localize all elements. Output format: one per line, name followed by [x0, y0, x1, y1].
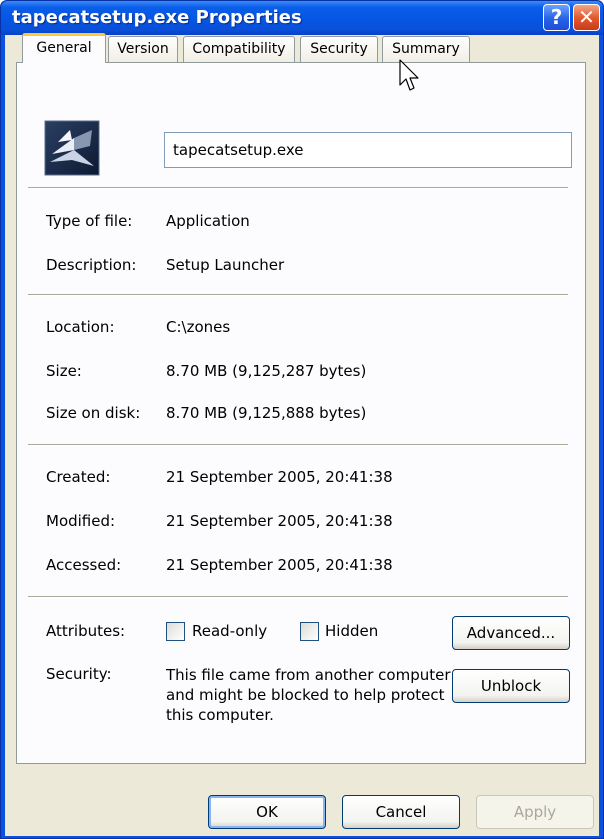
description-label: Description:: [46, 256, 137, 274]
type-of-file-value: Application: [166, 212, 250, 230]
description-value: Setup Launcher: [166, 256, 285, 274]
modified-label: Modified:: [46, 512, 116, 530]
size-on-disk-label: Size on disk:: [46, 404, 141, 422]
separator: [28, 596, 568, 598]
security-warning-text: This file came from another computer and…: [166, 666, 451, 724]
separator: [28, 187, 568, 189]
mouse-pointer-icon: [399, 59, 421, 97]
accessed-label: Accessed:: [46, 556, 122, 574]
modified-value: 21 September 2005, 20:41:38: [166, 512, 393, 530]
separator: [28, 444, 568, 446]
size-label: Size:: [46, 362, 82, 380]
created-value: 21 September 2005, 20:41:38: [166, 468, 393, 486]
apply-button[interactable]: Apply: [476, 795, 594, 829]
attributes-label: Attributes:: [46, 622, 126, 640]
location-label: Location:: [46, 318, 115, 336]
readonly-checkbox[interactable]: [166, 622, 185, 641]
hidden-label[interactable]: Hidden: [325, 622, 378, 640]
location-value: C:\zones: [166, 318, 231, 336]
ok-button[interactable]: OK: [208, 795, 326, 829]
size-value: 8.70 MB (9,125,287 bytes): [166, 362, 367, 380]
advanced-button[interactable]: Advanced...: [452, 616, 570, 650]
hidden-checkbox[interactable]: [300, 622, 319, 641]
readonly-label[interactable]: Read-only: [192, 622, 267, 640]
accessed-value: 21 September 2005, 20:41:38: [166, 556, 393, 574]
created-label: Created:: [46, 468, 111, 486]
security-label: Security:: [46, 665, 112, 683]
setup-launcher-icon: [44, 120, 100, 176]
unblock-button[interactable]: Unblock: [452, 669, 570, 703]
separator: [28, 294, 568, 296]
cancel-button[interactable]: Cancel: [342, 795, 460, 829]
filename-input[interactable]: [164, 132, 572, 168]
size-on-disk-value: 8.70 MB (9,125,888 bytes): [166, 404, 367, 422]
type-of-file-label: Type of file:: [46, 212, 133, 230]
